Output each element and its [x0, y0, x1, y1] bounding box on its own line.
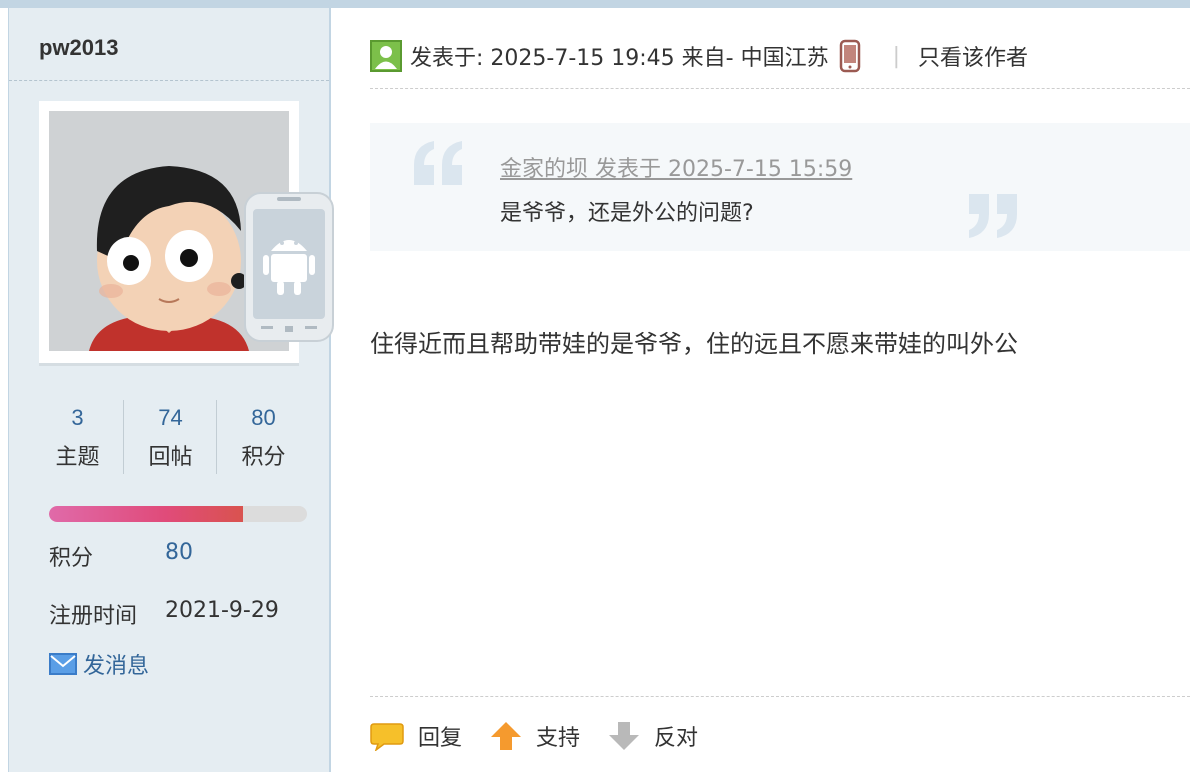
credit-value[interactable]: 80 [165, 540, 193, 565]
support-button[interactable]: 支持 [490, 720, 580, 752]
reply-button[interactable]: 回复 [370, 720, 462, 752]
online-user-icon [370, 40, 402, 72]
divider [370, 88, 1190, 89]
avatar[interactable] [39, 101, 334, 366]
post-actions: 回复 支持 反对 [370, 716, 726, 756]
stat-replies[interactable]: 74 回帖 [124, 400, 217, 478]
stat-label: 积分 [241, 445, 286, 470]
speech-bubble-icon [370, 723, 404, 751]
mobile-phone-icon [839, 39, 860, 73]
stat-label: 主题 [55, 445, 100, 470]
reply-label[interactable]: 回复 [418, 720, 462, 752]
arrow-down-icon [609, 722, 640, 750]
post-date: 发表于: 2025-7-15 19:45 来自- 中国江苏 [410, 46, 829, 71]
post-body: 发表于: 2025-7-15 19:45 来自- 中国江苏 | 只看该作者 金家… [330, 8, 1190, 772]
send-message-link[interactable]: 发消息 [49, 648, 149, 680]
divider [370, 696, 1190, 697]
support-label[interactable]: 支持 [536, 720, 580, 752]
close-quote-icon [969, 194, 1017, 238]
register-date: 2021-9-29 [165, 598, 279, 623]
send-message-label[interactable]: 发消息 [83, 648, 149, 680]
post-meta: 发表于: 2025-7-15 19:45 来自- 中国江苏 | 只看该作者 [370, 36, 1028, 76]
stat-credits[interactable]: 80 积分 [217, 400, 310, 478]
author-sidebar: pw2013 3 主题 74 回帖 80 积分 积分 80 注册时间 2021-… [8, 8, 334, 772]
stat-label: 回帖 [148, 445, 193, 470]
open-quote-icon [414, 141, 462, 185]
author-stats: 3 主题 74 回帖 80 积分 [31, 400, 311, 478]
stat-value[interactable]: 80 [217, 405, 310, 431]
register-row: 注册时间 2021-9-29 [49, 598, 279, 630]
register-label: 注册时间 [49, 604, 138, 629]
stat-value[interactable]: 3 [31, 405, 124, 431]
top-border [0, 0, 1190, 8]
quote-text: 是爷爷，还是外公的问题? [500, 201, 754, 226]
credit-progress-bar [49, 506, 307, 522]
only-author-link[interactable]: 只看该作者 [918, 40, 1028, 72]
quote-block: 金家的坝 发表于 2025-7-15 15:59 是爷爷，还是外公的问题? [370, 123, 1190, 251]
envelope-icon [49, 653, 77, 675]
quote-source-link[interactable]: 金家的坝 发表于 2025-7-15 15:59 [500, 151, 852, 183]
credit-row: 积分 80 [49, 540, 193, 572]
separator: | [892, 43, 901, 69]
stat-threads[interactable]: 3 主题 [31, 400, 124, 478]
divider [9, 80, 329, 81]
stat-value[interactable]: 74 [124, 405, 217, 431]
oppose-button[interactable]: 反对 [608, 720, 698, 752]
credit-label: 积分 [49, 546, 94, 571]
android-client-icon [229, 189, 341, 349]
arrow-up-icon [491, 722, 522, 750]
credit-progress-fill [49, 506, 243, 522]
post-content: 住得近而且帮助带娃的是爷爷，住的远且不愿来带娃的叫外公 [370, 330, 1018, 358]
author-username[interactable]: pw2013 [39, 35, 119, 61]
oppose-label[interactable]: 反对 [654, 720, 698, 752]
